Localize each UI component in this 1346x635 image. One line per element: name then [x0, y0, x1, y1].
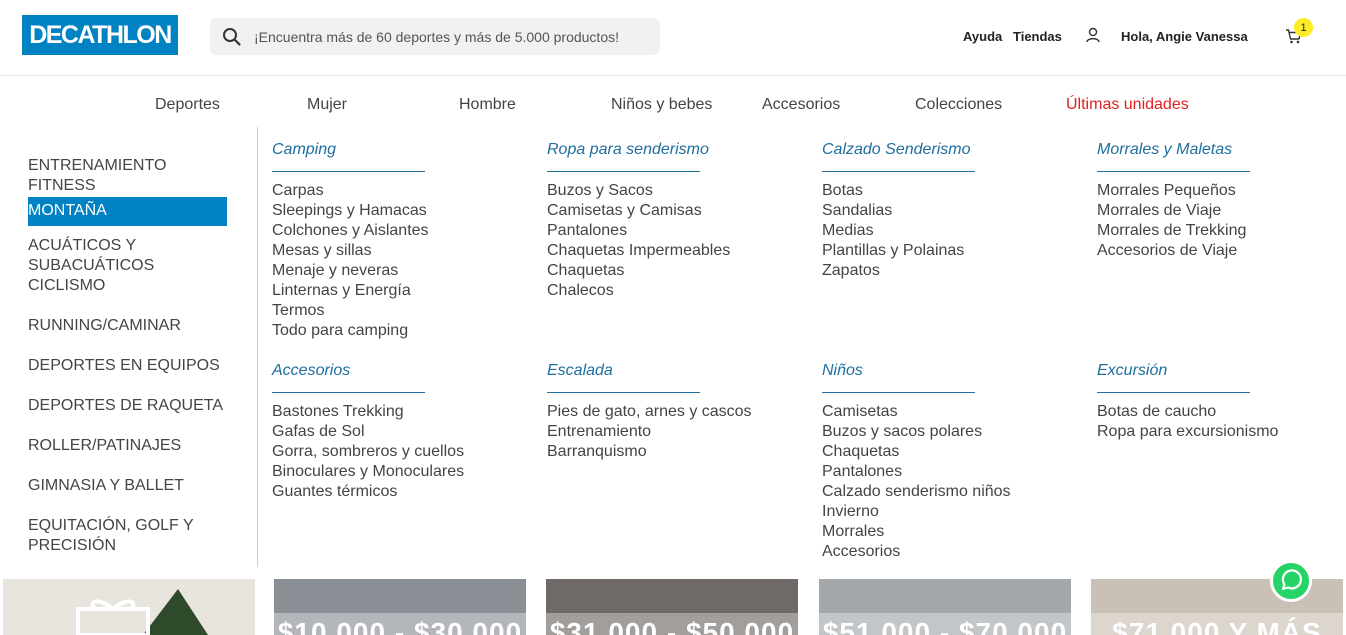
help-link[interactable]: Ayuda	[963, 29, 1002, 44]
category-link[interactable]: Plantillas y Polainas	[822, 241, 964, 261]
category-underline	[822, 171, 975, 172]
sidebar-item-running[interactable]: RUNNING/CAMINAR	[28, 316, 228, 336]
nav-deportes[interactable]: Deportes	[155, 96, 220, 114]
category-underline	[1097, 392, 1250, 393]
category-link[interactable]: Colchones y Aislantes	[272, 221, 429, 241]
banner-price-range: $71.000 Y MÁS	[1112, 617, 1322, 635]
category-link[interactable]: Entrenamiento	[547, 422, 651, 442]
cart-count-badge: 1	[1294, 18, 1313, 37]
gift-icon	[76, 589, 208, 635]
category-link[interactable]: Chaquetas	[822, 442, 899, 462]
category-link[interactable]: Buzos y sacos polares	[822, 422, 982, 442]
banner-price-range: $31.000 - $50.000	[549, 617, 795, 635]
promo-banner[interactable]: $10.000 - $30.000	[274, 579, 526, 635]
category-link[interactable]: Botas	[822, 181, 863, 201]
account-greeting[interactable]: Hola, Angie Vanessa	[1121, 29, 1248, 44]
nav-ultimas-unidades[interactable]: Últimas unidades	[1066, 96, 1189, 114]
sidebar-item-montana[interactable]: MONTAÑA	[28, 197, 227, 226]
promo-banner[interactable]: $51.000 - $70.000	[819, 579, 1071, 635]
category-title[interactable]: Morrales y Maletas	[1097, 141, 1232, 159]
category-link[interactable]: Botas de caucho	[1097, 402, 1216, 422]
promo-banner[interactable]	[3, 579, 255, 635]
category-link[interactable]: Ropa para excursionismo	[1097, 422, 1278, 442]
category-title[interactable]: Escalada	[547, 362, 613, 380]
category-link[interactable]: Pantalones	[822, 462, 902, 482]
category-link[interactable]: Buzos y Sacos	[547, 181, 653, 201]
sidebar-item-gimnasia[interactable]: GIMNASIA Y BALLET	[28, 476, 228, 496]
sports-sidebar: ENTRENAMIENTO FITNESS MONTAÑA ACUÁTICOS …	[0, 127, 258, 567]
category-title[interactable]: Camping	[272, 141, 336, 159]
search-input[interactable]	[254, 18, 654, 55]
category-link[interactable]: Menaje y neveras	[272, 261, 398, 281]
category-link[interactable]: Sleepings y Hamacas	[272, 201, 427, 221]
nav-ninos-bebes[interactable]: Niños y bebes	[611, 96, 712, 114]
category-underline	[547, 171, 700, 172]
category-link[interactable]: Accesorios de Viaje	[1097, 241, 1237, 261]
category-link[interactable]: Accesorios	[822, 542, 900, 562]
category-link[interactable]: Invierno	[822, 502, 879, 522]
category-link[interactable]: Gafas de Sol	[272, 422, 365, 442]
category-title[interactable]: Niños	[822, 362, 863, 380]
category-link[interactable]: Camisetas y Camisas	[547, 201, 702, 221]
user-icon[interactable]	[1086, 27, 1100, 43]
stores-link[interactable]: Tiendas	[1013, 29, 1062, 44]
category-link[interactable]: Todo para camping	[272, 321, 408, 341]
category-link[interactable]: Guantes térmicos	[272, 482, 397, 502]
whatsapp-icon[interactable]	[1270, 560, 1312, 602]
category-underline	[547, 392, 700, 393]
decathlon-logo[interactable]: DECATHLON	[22, 15, 178, 55]
sidebar-item-equitacion[interactable]: EQUITACIÓN, GOLF Y PRECISIÓN	[28, 516, 228, 555]
nav-colecciones[interactable]: Colecciones	[915, 96, 1002, 114]
category-link[interactable]: Medias	[822, 221, 874, 241]
category-link[interactable]: Morrales	[822, 522, 884, 542]
category-link[interactable]: Morrales Pequeños	[1097, 181, 1236, 201]
banner-price-range: $51.000 - $70.000	[822, 617, 1068, 635]
banner-price-range: $10.000 - $30.000	[277, 617, 523, 635]
category-link[interactable]: Chalecos	[547, 281, 614, 301]
category-link[interactable]: Pantalones	[547, 221, 627, 241]
category-link[interactable]: Morrales de Trekking	[1097, 221, 1246, 241]
search-bar[interactable]	[210, 18, 660, 55]
sidebar-item-roller[interactable]: ROLLER/PATINAJES	[28, 436, 228, 456]
category-link[interactable]: Sandalias	[822, 201, 892, 221]
sidebar-item-fitness[interactable]: ENTRENAMIENTO FITNESS	[28, 156, 228, 195]
category-link[interactable]: Carpas	[272, 181, 324, 201]
category-link[interactable]: Morrales de Viaje	[1097, 201, 1221, 221]
category-title[interactable]: Accesorios	[272, 362, 350, 380]
nav-hombre[interactable]: Hombre	[459, 96, 516, 114]
search-icon[interactable]	[222, 27, 242, 47]
nav-mujer[interactable]: Mujer	[307, 96, 347, 114]
category-link[interactable]: Barranquismo	[547, 442, 647, 462]
sidebar-item-acuaticos[interactable]: ACUÁTICOS Y SUBACUÁTICOS	[28, 236, 228, 275]
site-header: DECATHLON Ayuda Tiendas Hola, Angie Vane…	[0, 0, 1346, 76]
category-link[interactable]: Zapatos	[822, 261, 880, 281]
category-link[interactable]: Pies de gato, arnes y cascos	[547, 402, 752, 422]
category-link[interactable]: Mesas y sillas	[272, 241, 372, 261]
promo-banner[interactable]: $31.000 - $50.000	[546, 579, 798, 635]
sidebar-item-ciclismo[interactable]: CICLISMO	[28, 276, 228, 296]
category-underline	[272, 392, 425, 393]
nav-accesorios[interactable]: Accesorios	[762, 96, 840, 114]
category-link[interactable]: Calzado senderismo niños	[822, 482, 1011, 502]
category-link[interactable]: Gorra, sombreros y cuellos	[272, 442, 464, 462]
category-link[interactable]: Binoculares y Monoculares	[272, 462, 464, 482]
category-title[interactable]: Excursión	[1097, 362, 1167, 380]
sidebar-item-equipos[interactable]: DEPORTES EN EQUIPOS	[28, 356, 228, 376]
category-underline	[822, 392, 975, 393]
category-link[interactable]: Termos	[272, 301, 324, 321]
category-title[interactable]: Ropa para senderismo	[547, 141, 709, 159]
category-title[interactable]: Calzado Senderismo	[822, 141, 971, 159]
category-link[interactable]: Camisetas	[822, 402, 898, 422]
category-link[interactable]: Chaquetas Impermeables	[547, 241, 730, 261]
category-link[interactable]: Chaquetas	[547, 261, 624, 281]
category-link[interactable]: Linternas y Energía	[272, 281, 411, 301]
sidebar-item-raqueta[interactable]: DEPORTES DE RAQUETA	[28, 396, 228, 416]
category-link[interactable]: Bastones Trekking	[272, 402, 404, 422]
category-underline	[272, 171, 425, 172]
category-underline	[1097, 171, 1250, 172]
